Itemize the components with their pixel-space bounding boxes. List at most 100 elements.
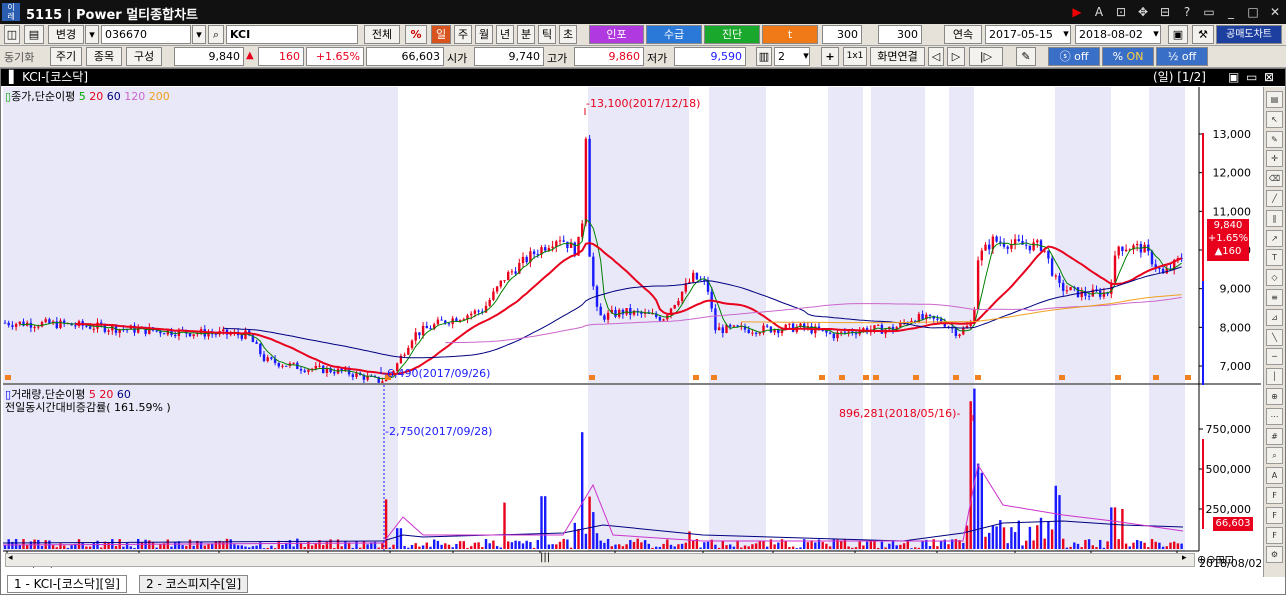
supply-button[interactable]: 수급	[646, 25, 702, 44]
date-from-dropdown-icon[interactable]: ▾	[1060, 25, 1072, 44]
period-day[interactable]: 일	[431, 25, 451, 44]
volume-bar	[621, 546, 625, 549]
price-pane[interactable]: ▯종가,단순이평 5 20 60 120 200 -13,100(2017/12…	[3, 87, 1198, 383]
diagnosis-button[interactable]: 진단	[704, 25, 760, 44]
scroll-left-icon[interactable]: ◂	[8, 553, 13, 563]
event-marker	[953, 375, 959, 380]
period-tool-icon[interactable]: ⋯	[1266, 407, 1283, 425]
date-from-input[interactable]: 2017-05-15	[985, 25, 1071, 44]
info-button[interactable]: 인포	[589, 25, 644, 44]
add-icon[interactable]: +	[821, 47, 839, 66]
pin-icon[interactable]: ✥	[1134, 3, 1152, 21]
fib-tool-icon[interactable]: ≡	[1266, 289, 1283, 306]
volume-bar	[466, 547, 469, 549]
item-button[interactable]: 종목	[86, 47, 122, 66]
volume-bar	[1010, 527, 1013, 549]
font-icon[interactable]: A	[1090, 3, 1108, 21]
layout-dropdown-icon[interactable]: ▾	[800, 47, 812, 66]
channel-tool-icon[interactable]: ∥	[1266, 209, 1283, 227]
minimize-to-tray-icon[interactable]: ▭	[1200, 3, 1218, 21]
tab-kospi-daily[interactable]: 2 - 코스피지수[일]	[139, 575, 249, 593]
pane-restore-icon[interactable]: ▭	[1246, 69, 1257, 86]
hline-tool-icon[interactable]: ─	[1266, 348, 1283, 366]
link-icon[interactable]: ⊡	[1112, 3, 1130, 21]
arrow-tool-icon[interactable]: ↗	[1266, 229, 1283, 247]
count-input-2[interactable]: 300	[878, 25, 922, 44]
maximize-icon[interactable]: □	[1244, 3, 1262, 21]
pencil-tool-icon[interactable]: ✎	[1266, 130, 1283, 148]
capture-icon[interactable]: ⊟	[1156, 3, 1174, 21]
fr2-tool-icon[interactable]: F	[1266, 506, 1283, 524]
grid-tool-icon[interactable]: #	[1266, 427, 1283, 445]
save-layout-icon[interactable]: ▤	[24, 25, 44, 44]
zoom-in-icon[interactable]: ⊕	[1197, 553, 1206, 566]
save-icon[interactable]: ▣	[1168, 25, 1188, 44]
period-week[interactable]: 주	[454, 25, 472, 44]
settings-icon[interactable]: ⚒	[1192, 25, 1214, 44]
pane-max-icon[interactable]: ▣	[1228, 69, 1239, 86]
zoom-reset-icon[interactable]: ⊡	[1225, 553, 1234, 566]
horizontal-scrollbar[interactable]: ◂ ||| ▸	[5, 552, 1195, 567]
sync-label[interactable]: 동기화	[4, 49, 34, 65]
fr1-tool-icon[interactable]: F	[1266, 487, 1283, 504]
half-toggle[interactable]: ½ off	[1156, 47, 1208, 66]
stock-code-input[interactable]: 036670	[101, 25, 191, 44]
percent-toggle[interactable]: %	[405, 25, 427, 44]
close-icon[interactable]: ✕	[1266, 3, 1284, 21]
zoom-fit-icon[interactable]: ⊞	[1215, 553, 1224, 566]
one-by-one-button[interactable]: 1x1	[843, 47, 867, 66]
compose-button[interactable]: 구성	[126, 47, 162, 66]
candle-body	[48, 319, 51, 324]
continuous-button[interactable]: 연속	[944, 25, 982, 44]
screen-link-button[interactable]: 화면연결	[870, 47, 925, 66]
date-to-input[interactable]: 2018-08-02	[1075, 25, 1161, 44]
fr3-tool-icon[interactable]: F	[1266, 526, 1283, 544]
scroll-right-icon[interactable]: ▸	[1182, 553, 1187, 563]
pane-close-icon[interactable]: ⊠	[1264, 69, 1274, 86]
next-icon[interactable]: |▷	[969, 47, 1003, 66]
short-sale-chart-button[interactable]: 공매도차트	[1216, 25, 1282, 44]
pen-icon[interactable]: ✎	[1016, 47, 1036, 66]
line-tool-icon[interactable]: ╱	[1266, 190, 1283, 207]
play-icon-2[interactable]: ▷	[947, 47, 965, 66]
period-month[interactable]: 월	[475, 25, 493, 44]
all-button[interactable]: 전체	[364, 25, 400, 44]
vline-tool-icon[interactable]: │	[1266, 368, 1283, 386]
prev-icon[interactable]: ◁	[928, 47, 944, 66]
cycle-button[interactable]: 주기	[50, 47, 82, 66]
text-tool-icon[interactable]: T	[1266, 249, 1283, 267]
minimize-icon[interactable]: _	[1222, 3, 1240, 21]
period-second[interactable]: 초	[559, 25, 577, 44]
play-icon[interactable]: ▶	[1068, 3, 1086, 21]
cursor-tool-icon[interactable]: ↖	[1266, 110, 1283, 128]
layout-icon[interactable]: ▥	[756, 47, 772, 66]
cycle-tool-icon[interactable]: ⊕	[1266, 388, 1283, 405]
price-high-annotation: -13,100(2017/12/18)	[586, 97, 701, 110]
percent-on-toggle[interactable]: % ON	[1102, 47, 1154, 66]
period-year[interactable]: 년	[496, 25, 514, 44]
change-button[interactable]: 변경	[48, 25, 84, 44]
help-icon[interactable]: ?	[1178, 3, 1196, 21]
trend-tool-icon[interactable]: ╲	[1266, 328, 1283, 346]
change-dropdown-icon[interactable]: ▾	[85, 25, 99, 44]
tab-kci-daily[interactable]: 1 - KCI-[코스닥][일]	[7, 575, 127, 593]
code-dropdown-icon[interactable]: ▾	[192, 25, 206, 44]
date-to-dropdown-icon[interactable]: ▾	[1150, 25, 1162, 44]
zoom-tool-icon[interactable]: ⌕	[1266, 447, 1283, 465]
count-input-1[interactable]: 300	[822, 25, 862, 44]
search-icon[interactable]: ⌕	[208, 25, 224, 44]
gann-tool-icon[interactable]: ⊿	[1266, 308, 1283, 326]
ruler-tool-icon[interactable]: ▤	[1266, 91, 1283, 108]
label-tool-icon[interactable]: A	[1266, 467, 1283, 485]
crosshair-tool-icon[interactable]: ✛	[1266, 150, 1283, 168]
s-toggle[interactable]: ⓢ off	[1048, 47, 1100, 66]
window-icon[interactable]: ◫	[4, 25, 20, 44]
period-tick[interactable]: 틱	[538, 25, 556, 44]
scroll-thumb-icon[interactable]: |||	[540, 552, 550, 563]
eraser-tool-icon[interactable]: ⌫	[1266, 170, 1283, 188]
t-button[interactable]: t	[762, 25, 818, 44]
stock-name-field[interactable]: KCI	[226, 25, 358, 44]
volume-pane[interactable]: ▯거래량,단순이평 5 20 60 전일동시간대비증감률( 161.59% ) …	[3, 385, 1198, 551]
period-minute[interactable]: 분	[517, 25, 535, 44]
shape-tool-icon[interactable]: ◇	[1266, 269, 1283, 287]
